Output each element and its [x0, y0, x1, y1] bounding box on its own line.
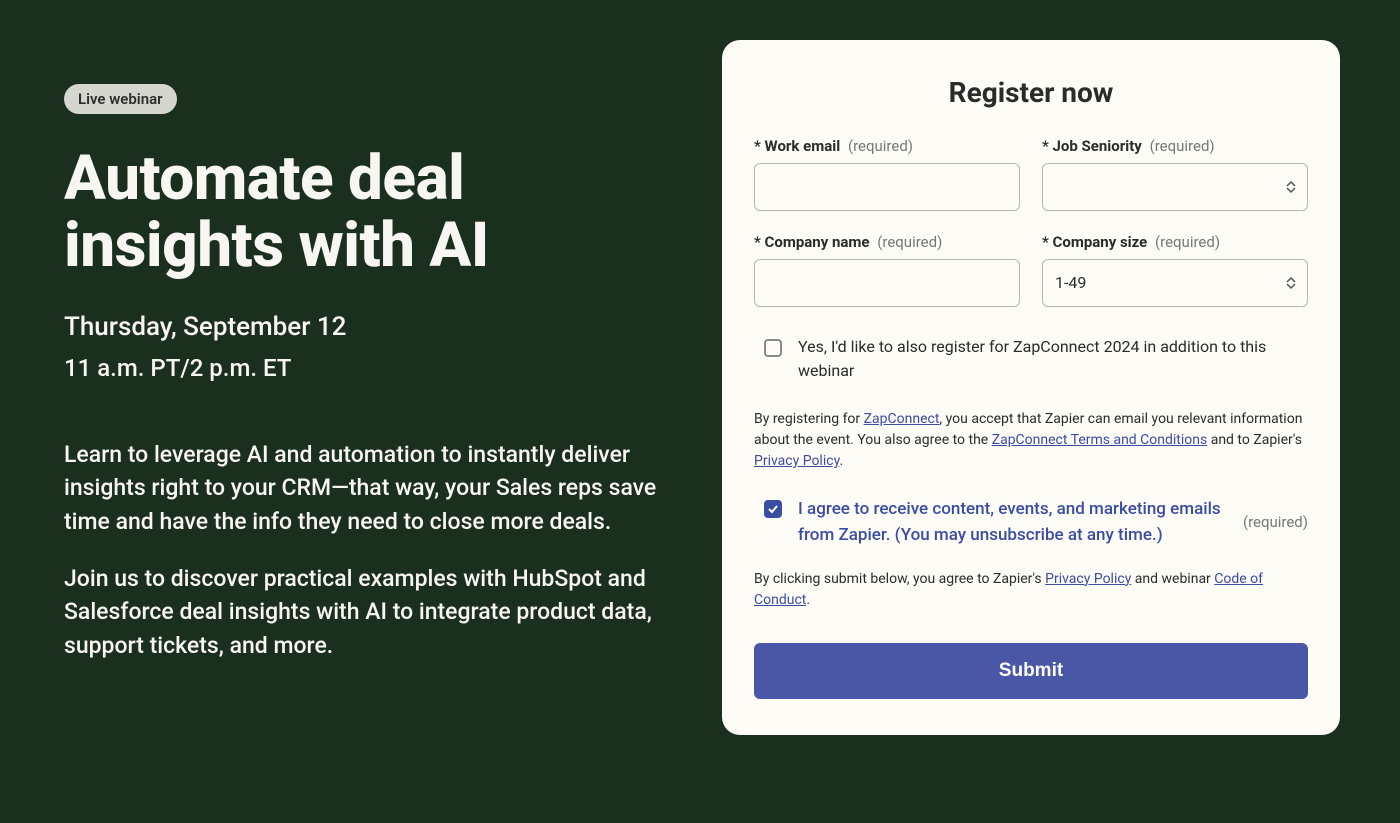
privacy-policy-link-2[interactable]: Privacy Policy	[1045, 571, 1131, 587]
label-work-email: * Work email (required)	[754, 137, 1020, 155]
event-time: 11 a.m. PT/2 p.m. ET	[64, 354, 662, 382]
left-column: Live webinar Automate deal insights with…	[64, 40, 662, 783]
form-title: Register now	[754, 76, 1308, 109]
marketing-consent-label: I agree to receive content, events, and …	[798, 496, 1227, 549]
label-company-size: * Company size (required)	[1042, 233, 1308, 251]
field-job-seniority: * Job Seniority (required)	[1042, 137, 1308, 211]
company-size-select[interactable]: 1-49	[1042, 259, 1308, 307]
zapconnect-register-row: Yes, I'd like to also register for ZapCo…	[754, 335, 1308, 383]
live-webinar-badge: Live webinar	[64, 84, 177, 114]
event-date: Thursday, September 12	[64, 312, 662, 342]
label-company-name: * Company name (required)	[754, 233, 1020, 251]
zapconnect-register-label: Yes, I'd like to also register for ZapCo…	[798, 335, 1308, 383]
submit-button[interactable]: Submit	[754, 643, 1308, 699]
register-card: Register now * Work email (required) * J…	[722, 40, 1340, 735]
field-work-email: * Work email (required)	[754, 137, 1020, 211]
zapconnect-register-checkbox[interactable]	[764, 339, 782, 357]
marketing-consent-row: I agree to receive content, events, and …	[754, 496, 1308, 549]
zapconnect-link[interactable]: ZapConnect	[864, 411, 940, 427]
company-name-input[interactable]	[754, 259, 1020, 307]
page: Live webinar Automate deal insights with…	[0, 0, 1400, 823]
job-seniority-select[interactable]	[1042, 163, 1308, 211]
legal-text-2: By clicking submit below, you agree to Z…	[754, 569, 1308, 611]
marketing-consent-checkbox[interactable]	[764, 500, 782, 518]
work-email-input[interactable]	[754, 163, 1020, 211]
description-paragraph-1: Learn to leverage AI and automation to i…	[64, 438, 662, 538]
description-paragraph-2: Join us to discover practical examples w…	[64, 562, 662, 662]
label-job-seniority: * Job Seniority (required)	[1042, 137, 1308, 155]
page-title: Automate deal insights with AI	[64, 146, 662, 280]
field-company-name: * Company name (required)	[754, 233, 1020, 307]
right-column: Register now * Work email (required) * J…	[722, 40, 1340, 783]
privacy-policy-link-1[interactable]: Privacy Policy	[754, 453, 839, 469]
legal-text-1: By registering for ZapConnect, you accep…	[754, 409, 1308, 472]
form-grid: * Work email (required) * Job Seniority …	[754, 137, 1308, 307]
zapconnect-terms-link[interactable]: ZapConnect Terms and Conditions	[992, 432, 1208, 448]
field-company-size: * Company size (required) 1-49	[1042, 233, 1308, 307]
marketing-consent-required: (required)	[1243, 513, 1308, 531]
